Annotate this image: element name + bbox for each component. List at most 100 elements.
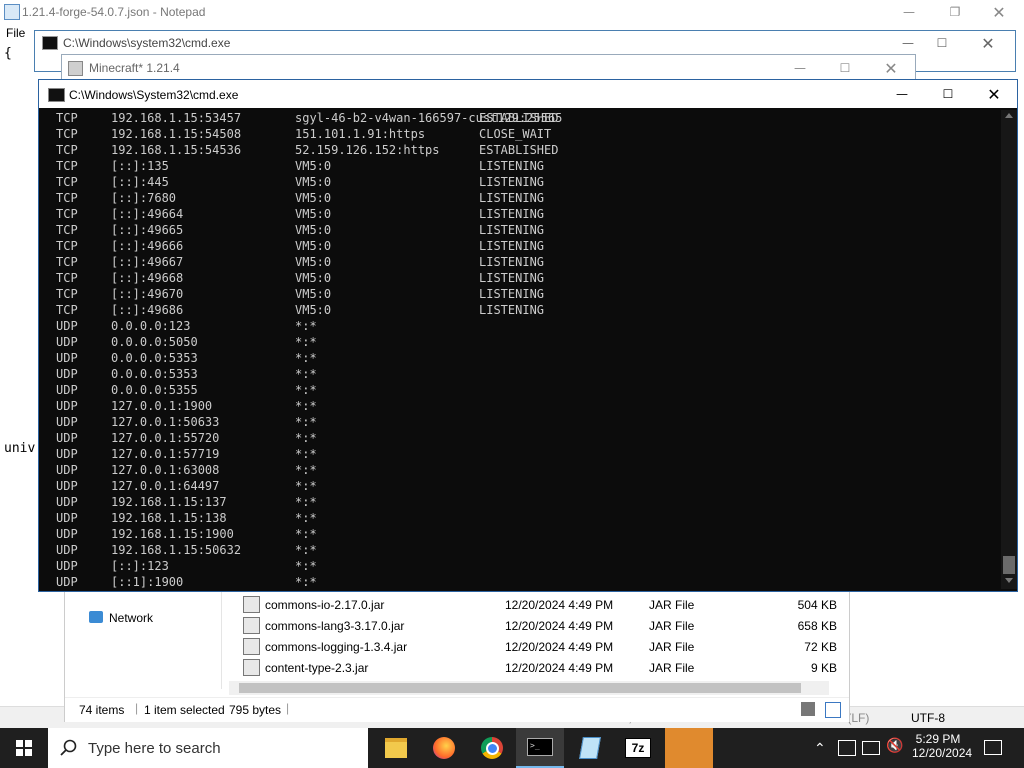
- file-type: JAR File: [649, 660, 695, 675]
- cmd-minimize-button[interactable]: —: [879, 82, 925, 106]
- proto-cell: UDP: [56, 575, 78, 589]
- status-item-count: 74 items: [79, 703, 125, 717]
- file-row[interactable]: commons-logging-1.3.4.jar 12/20/2024 4:49…: [243, 636, 841, 657]
- local-address-cell: [::]:123: [111, 559, 169, 573]
- proto-cell: UDP: [56, 479, 78, 493]
- file-size: 658 KB: [797, 618, 837, 633]
- cmd-close-button[interactable]: ✕: [971, 82, 1017, 106]
- file-type: JAR File: [649, 618, 695, 633]
- taskbar-notepad[interactable]: [566, 728, 614, 768]
- state-cell: ESTABLISHED: [479, 111, 559, 125]
- large-icons-view-icon[interactable]: [825, 702, 841, 718]
- proto-cell: UDP: [56, 511, 78, 525]
- local-address-cell: 127.0.0.1:55720: [111, 431, 220, 445]
- nav-network[interactable]: Network: [109, 611, 153, 625]
- proto-cell: UDP: [56, 431, 78, 445]
- local-address-cell: [::]:49666: [111, 239, 184, 253]
- console-scrollbar-thumb[interactable]: [1003, 556, 1015, 574]
- scroll-down-icon[interactable]: [1005, 578, 1013, 583]
- taskbar-chrome[interactable]: [468, 728, 516, 768]
- foreign-address-cell: 52.159.126.152:https: [295, 143, 440, 157]
- file-row[interactable]: content-type-2.3.jar 12/20/2024 4:49 PM JA…: [243, 657, 841, 678]
- state-cell: LISTENING: [479, 207, 545, 221]
- network-tray-icon[interactable]: [862, 741, 880, 755]
- defender-icon[interactable]: [838, 740, 856, 756]
- cmd-maximize-button[interactable]: ☐: [925, 82, 971, 106]
- file-name: commons-logging-1.3.4.jar: [265, 639, 408, 654]
- cmd-back-close-button[interactable]: ✕: [965, 31, 1011, 55]
- cmd-back-maximize-button[interactable]: ☐: [919, 31, 965, 55]
- proto-cell: TCP: [56, 111, 78, 125]
- minecraft-maximize-button[interactable]: ☐: [822, 56, 868, 80]
- local-address-cell: [::]:135: [111, 159, 169, 173]
- proto-cell: UDP: [56, 527, 78, 541]
- notepad-minimize-button[interactable]: —: [886, 0, 932, 24]
- local-address-cell: 127.0.0.1:57719: [111, 447, 220, 461]
- show-hidden-icons-chevron-icon[interactable]: ⌃: [814, 740, 826, 757]
- taskbar-minecraft[interactable]: [665, 728, 713, 768]
- horizontal-scrollbar-thumb[interactable]: [239, 683, 801, 693]
- foreign-address-cell: *:*: [295, 319, 317, 333]
- taskbar-cmd[interactable]: >_: [516, 728, 564, 768]
- notepad-titlebar[interactable]: 1.21.4-forge-54.0.7.json - Notepad — ❐ ✕: [0, 0, 1024, 24]
- notepad-text-peek-univ: univ: [4, 441, 36, 456]
- foreign-address-cell: VM5:0: [295, 175, 332, 189]
- details-view-icon[interactable]: [801, 702, 815, 716]
- local-address-cell: 127.0.0.1:63008: [111, 463, 220, 477]
- notepad-close-button[interactable]: ✕: [976, 0, 1022, 24]
- notepad-text-peek-brace: {: [4, 46, 12, 61]
- taskbar-7zip[interactable]: 7z: [614, 728, 662, 768]
- minecraft-close-button[interactable]: ✕: [868, 56, 914, 80]
- volume-muted-icon[interactable]: 🔇: [886, 738, 903, 754]
- taskbar-firefox[interactable]: [420, 728, 468, 768]
- taskbar-search-box[interactable]: Type here to search: [48, 728, 368, 768]
- proto-cell: TCP: [56, 143, 78, 157]
- cmd-titlebar[interactable]: C:\Windows\System32\cmd.exe — ☐ ✕: [39, 80, 1017, 108]
- file-type: JAR File: [649, 597, 695, 612]
- foreign-address-cell: VM5:0: [295, 239, 332, 253]
- local-address-cell: 192.168.1.15:50632: [111, 543, 242, 557]
- minecraft-icon: [68, 61, 83, 76]
- proto-cell: TCP: [56, 303, 78, 317]
- file-date: 12/20/2024 4:49 PM: [505, 618, 614, 633]
- state-cell: CLOSE_WAIT: [479, 127, 552, 141]
- cmd-window[interactable]: C:\Windows\System32\cmd.exe — ☐ ✕ TCP 192…: [38, 79, 1018, 592]
- file-row[interactable]: commons-lang3-3.17.0.jar 12/20/2024 4:49 …: [243, 615, 841, 636]
- start-button[interactable]: [0, 728, 48, 768]
- local-address-cell: [::]:445: [111, 175, 169, 189]
- local-address-cell: 127.0.0.1:64497: [111, 479, 220, 493]
- scroll-up-icon[interactable]: [1005, 113, 1013, 118]
- proto-cell: UDP: [56, 399, 78, 413]
- notepad-title: 1.21.4-forge-54.0.7.json - Notepad: [22, 5, 206, 19]
- local-address-cell: 127.0.0.1:1900: [111, 399, 213, 413]
- notepad-menu-file[interactable]: File: [6, 26, 25, 40]
- console-scrollbar[interactable]: [1001, 110, 1017, 589]
- notepad-maximize-button[interactable]: ❐: [932, 0, 978, 24]
- local-address-cell: [::]:49664: [111, 207, 184, 221]
- foreign-address-cell: *:*: [295, 399, 317, 413]
- file-name: commons-io-2.17.0.jar: [265, 597, 385, 612]
- local-address-cell: [::]:49665: [111, 223, 184, 237]
- proto-cell: UDP: [56, 559, 78, 573]
- foreign-address-cell: *:*: [295, 415, 317, 429]
- foreign-address-cell: *:*: [295, 575, 317, 589]
- clock[interactable]: 5:29 PM 12/20/2024: [912, 732, 973, 760]
- console-output[interactable]: TCP 192.168.1.15:53457 sgyl-46-b2-v4wan-16…: [39, 110, 1001, 589]
- foreign-address-cell: *:*: [295, 543, 317, 557]
- foreign-address-cell: VM5:0: [295, 303, 332, 317]
- minecraft-window[interactable]: Minecraft* 1.21.4 — ☐ ✕: [61, 54, 916, 82]
- minecraft-minimize-button[interactable]: —: [777, 56, 823, 80]
- horizontal-scrollbar[interactable]: [229, 681, 829, 695]
- local-address-cell: 0.0.0.0:123: [111, 319, 191, 333]
- proto-cell: UDP: [56, 463, 78, 477]
- local-address-cell: 192.168.1.15:137: [111, 495, 227, 509]
- state-cell: LISTENING: [479, 175, 545, 189]
- jar-file-icon: [243, 638, 260, 655]
- taskbar-file-explorer[interactable]: [372, 728, 420, 768]
- local-address-cell: 192.168.1.15:1900: [111, 527, 234, 541]
- foreign-address-cell: *:*: [295, 495, 317, 509]
- clock-date: 12/20/2024: [912, 746, 973, 760]
- action-center-icon[interactable]: [984, 740, 1002, 755]
- local-address-cell: 0.0.0.0:5353: [111, 367, 198, 381]
- file-row[interactable]: commons-io-2.17.0.jar 12/20/2024 4:49 PM J…: [243, 594, 841, 615]
